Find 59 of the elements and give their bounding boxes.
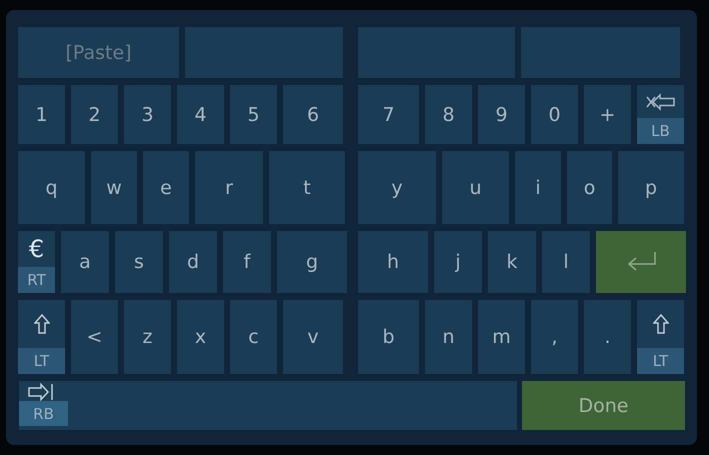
- shift-key[interactable]: LT: [18, 300, 65, 374]
- blank-key[interactable]: [185, 27, 343, 78]
- keyboard-key[interactable]: j: [434, 231, 482, 293]
- keyboard-key[interactable]: <: [71, 300, 118, 374]
- keyboard-key[interactable]: 6: [283, 85, 343, 144]
- space-key[interactable]: RB: [19, 381, 517, 430]
- keyboard-key[interactable]: 9: [478, 85, 525, 144]
- keyboard-key[interactable]: f: [223, 231, 271, 293]
- shift-icon: [34, 314, 50, 334]
- keyboard-key[interactable]: h: [358, 231, 428, 293]
- keyboard-key[interactable]: x: [177, 300, 224, 374]
- key-hint-badge: LB: [637, 118, 684, 144]
- keyboard-key[interactable]: t: [269, 151, 345, 224]
- key-hint-badge: RT: [18, 267, 55, 293]
- keyboard-key[interactable]: 8: [425, 85, 472, 144]
- keyboard-key[interactable]: y: [358, 151, 436, 224]
- keyboard-key[interactable]: r: [195, 151, 263, 224]
- keyboard-key[interactable]: l: [542, 231, 590, 293]
- keyboard-key[interactable]: e: [143, 151, 189, 224]
- backspace-key[interactable]: LB: [637, 85, 684, 144]
- keyboard-key[interactable]: b: [358, 300, 419, 374]
- blank-key[interactable]: [358, 27, 515, 78]
- keyboard-key[interactable]: u: [442, 151, 509, 224]
- keyboard-key[interactable]: d: [169, 231, 217, 293]
- shift-key[interactable]: LT: [637, 300, 684, 374]
- keyboard-key[interactable]: i: [515, 151, 561, 224]
- keyboard-key[interactable]: z: [124, 300, 171, 374]
- keyboard-key[interactable]: p: [618, 151, 684, 224]
- keyboard-key[interactable]: 4: [177, 85, 224, 144]
- keyboard-key[interactable]: 1: [18, 85, 65, 144]
- keyboard-key[interactable]: 0: [531, 85, 578, 144]
- keyboard-key[interactable]: 5: [230, 85, 277, 144]
- keyboard-key[interactable]: a: [61, 231, 109, 293]
- keyboard-key[interactable]: 3: [124, 85, 171, 144]
- shift-icon: [652, 314, 668, 334]
- enter-key[interactable]: [596, 231, 686, 293]
- keyboard-key[interactable]: g: [277, 231, 347, 293]
- keyboard-key[interactable]: 7: [358, 85, 419, 144]
- backspace-icon: [644, 92, 676, 110]
- keyboard-key[interactable]: ,: [531, 300, 578, 374]
- keyboard-key[interactable]: s: [115, 231, 163, 293]
- keyboard-key[interactable]: .: [584, 300, 631, 374]
- keyboard-key[interactable]: +: [584, 85, 631, 144]
- key-label: €: [28, 235, 44, 263]
- keyboard-key[interactable]: v: [283, 300, 343, 374]
- key-hint-badge: LT: [637, 348, 684, 374]
- key-hint-badge: LT: [18, 348, 65, 374]
- keyboard-key[interactable]: 2: [71, 85, 118, 144]
- keyboard-key[interactable]: m: [478, 300, 525, 374]
- euro-key[interactable]: € RT: [18, 231, 55, 293]
- keyboard-key[interactable]: c: [230, 300, 277, 374]
- done-button[interactable]: Done: [522, 381, 685, 430]
- keyboard-key[interactable]: w: [91, 151, 137, 224]
- keyboard-key[interactable]: n: [425, 300, 472, 374]
- keyboard-key[interactable]: k: [488, 231, 536, 293]
- keyboard-key[interactable]: o: [567, 151, 612, 224]
- keyboard-key[interactable]: q: [18, 151, 85, 224]
- key-hint-badge: RB: [19, 401, 68, 426]
- blank-key[interactable]: [521, 27, 680, 78]
